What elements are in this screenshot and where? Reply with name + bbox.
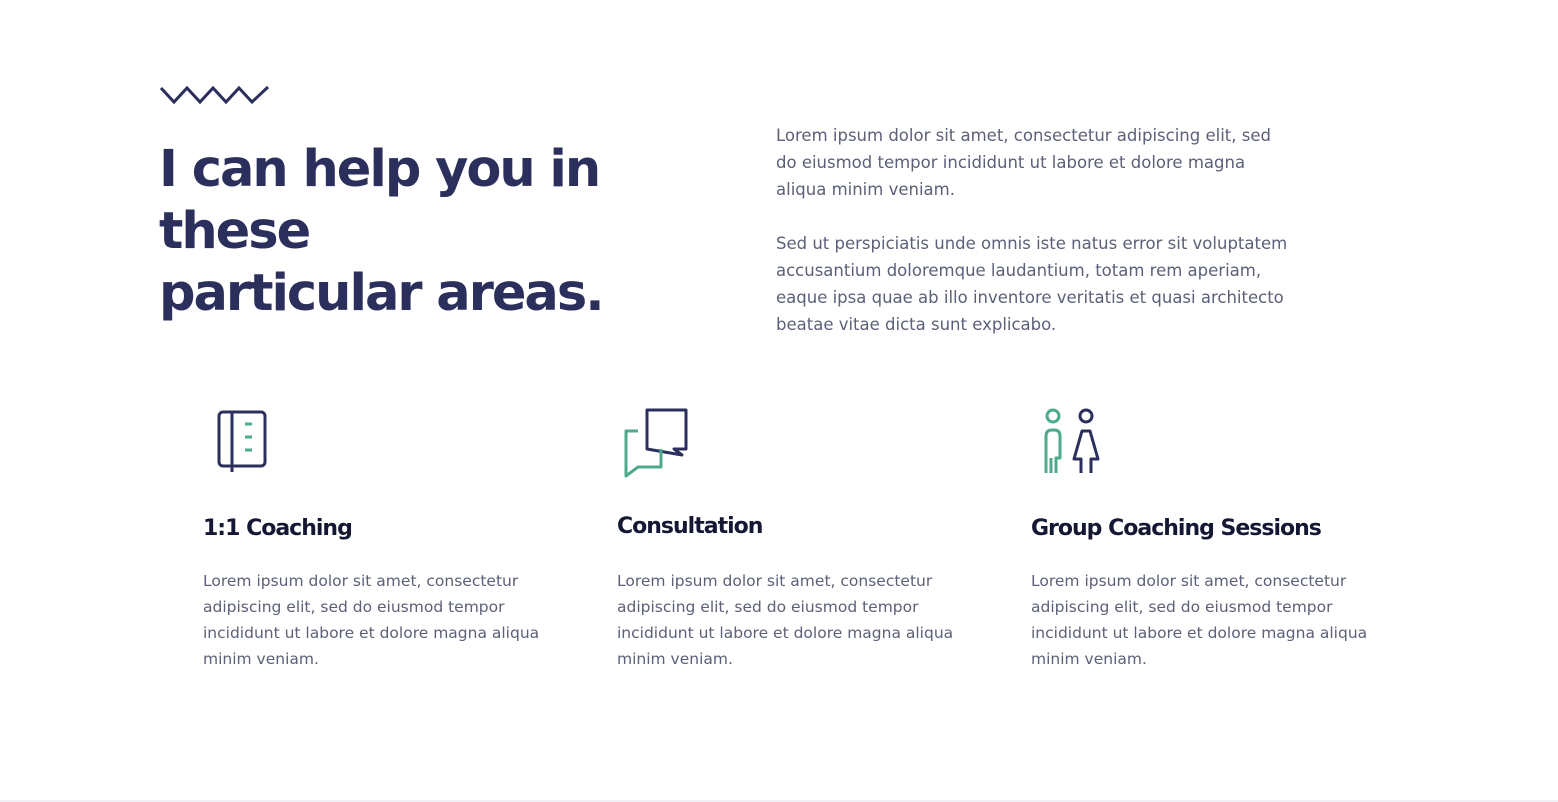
service-title: 1:1 Coaching (203, 516, 353, 541)
intro-text: Lorem ipsum dolor sit amet, consectetur … (776, 122, 1296, 365)
intro-paragraph: Lorem ipsum dolor sit amet, consectetur … (776, 126, 1271, 199)
zigzag-icon (160, 85, 270, 105)
chat-bubbles-icon (624, 408, 688, 478)
headline-line-2: particular areas. (159, 264, 605, 323)
headline-line-1: I can help you in these (159, 140, 601, 261)
intro-paragraph: Sed ut perspiciatis unde omnis iste natu… (776, 234, 1288, 334)
people-icon (1044, 408, 1100, 473)
notebook-icon (217, 410, 267, 472)
service-title: Group Coaching Sessions (1031, 516, 1322, 541)
service-description: Lorem ipsum dolor sit amet, consectetur … (1031, 572, 1368, 668)
service-description: Lorem ipsum dolor sit amet, consectetur … (203, 572, 540, 668)
service-title: Consultation (617, 514, 763, 539)
service-description: Lorem ipsum dolor sit amet, consectetur … (617, 572, 954, 668)
page-title: I can help you in these particular areas… (159, 139, 759, 325)
